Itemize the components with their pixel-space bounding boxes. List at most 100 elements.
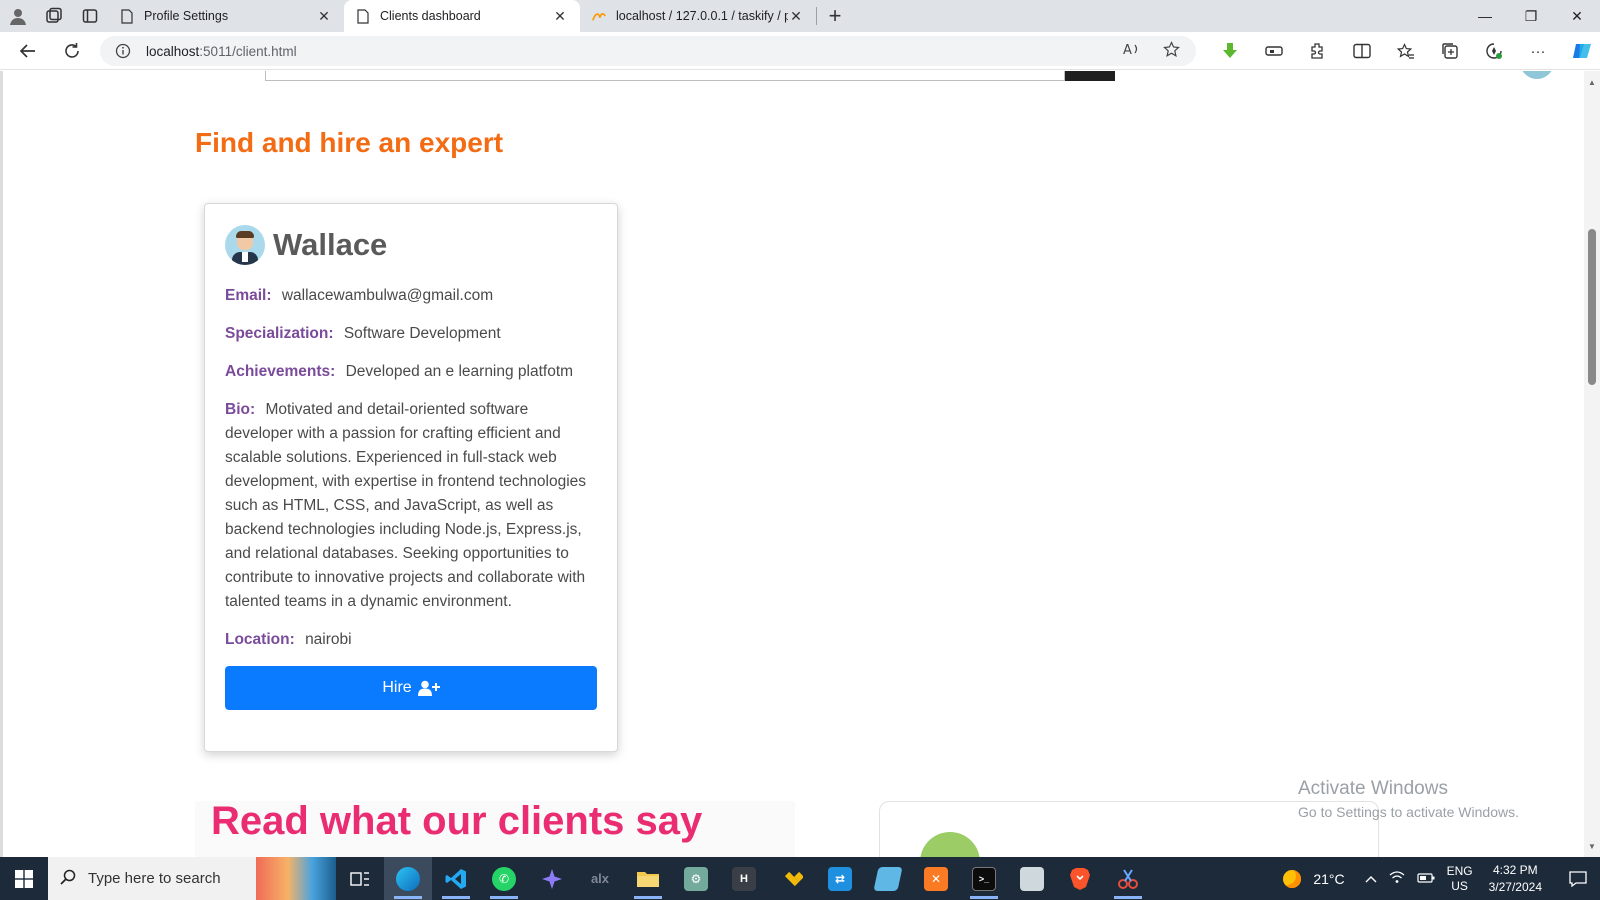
tab-phpmyadmin[interactable]: localhost / 127.0.0.1 / taskify / pc ✕: [580, 0, 816, 32]
file-explorer-icon[interactable]: [624, 857, 672, 900]
back-icon[interactable]: [6, 32, 50, 70]
scroll-down-icon[interactable]: ▼: [1584, 839, 1600, 853]
ai-sparkle-icon[interactable]: [528, 857, 576, 900]
tab-label: Clients dashboard: [380, 9, 481, 23]
edge-browser-icon[interactable]: [384, 857, 432, 900]
photos-icon[interactable]: [1008, 857, 1056, 900]
hire-button[interactable]: Hire: [225, 666, 597, 710]
testimonial-avatar: [920, 832, 980, 857]
app-extension-icon[interactable]: [1252, 32, 1296, 70]
expert-location-row: Location: nairobi: [225, 628, 597, 652]
tab-profile-settings[interactable]: Profile Settings ✕: [108, 0, 344, 32]
expert-name: Wallace: [273, 227, 388, 262]
brave-icon[interactable]: [1056, 857, 1104, 900]
taskbar-clock[interactable]: 4:32 PM 3/27/2024: [1489, 862, 1542, 896]
location-label: Location:: [225, 631, 295, 648]
snipping-tool-icon[interactable]: [1104, 857, 1152, 900]
chatgpt-icon[interactable]: ⚙: [672, 857, 720, 900]
alx-icon[interactable]: alx: [576, 857, 624, 900]
user-plus-icon: [417, 680, 440, 696]
favorites-icon[interactable]: [1384, 32, 1428, 70]
search-input[interactable]: [265, 71, 1065, 81]
window-controls: — ❐ ✕: [1462, 0, 1600, 32]
expert-email: wallacewambulwa@gmail.com: [281, 287, 494, 304]
terminal-icon[interactable]: >_: [960, 857, 1008, 900]
windows-taskbar: Type here to search ✆ alx ⚙ H ⇄ ✕ >_ 21°…: [0, 857, 1600, 900]
tab-label: localhost / 127.0.0.1 / taskify / pc: [616, 9, 788, 23]
expert-card: Wallace Email: wallacewambulwa@gmail.com…: [204, 203, 618, 752]
svg-text:A: A: [1123, 43, 1132, 57]
profile-icon[interactable]: [0, 0, 36, 32]
search-icon: [60, 869, 76, 889]
close-window-icon[interactable]: ✕: [1554, 0, 1600, 32]
system-tray: 21°C ENG US 4:32 PM 3/27/2024: [1283, 857, 1600, 900]
remote-desktop-icon[interactable]: ⇄: [816, 857, 864, 900]
weather-widget[interactable]: 21°C: [1283, 869, 1345, 888]
notepad-icon[interactable]: [864, 857, 912, 900]
refresh-icon[interactable]: [50, 32, 94, 70]
expert-achievements-row: Achievements: Developed an e learning pl…: [225, 360, 597, 384]
network-icon[interactable]: [1389, 870, 1405, 887]
new-tab-icon[interactable]: +: [817, 0, 853, 32]
workspaces-icon[interactable]: [36, 0, 72, 32]
email-label: Email:: [225, 287, 272, 304]
read-aloud-icon[interactable]: A: [1123, 41, 1141, 61]
expert-location: nairobi: [305, 631, 352, 648]
more-options-icon[interactable]: ···: [1516, 32, 1560, 70]
watermark-title: Activate Windows: [1298, 778, 1448, 799]
download-extension-icon[interactable]: [1208, 32, 1252, 70]
temperature: 21°C: [1313, 870, 1345, 887]
show-hidden-icons-icon[interactable]: [1365, 871, 1377, 886]
minimize-icon[interactable]: —: [1462, 0, 1508, 32]
close-tab-icon[interactable]: ✕: [788, 8, 804, 25]
taskbar-search-box[interactable]: Type here to search: [48, 857, 256, 900]
hire-button-label: Hire: [382, 679, 412, 696]
xampp-icon[interactable]: ✕: [912, 857, 960, 900]
close-tab-icon[interactable]: ✕: [316, 8, 332, 25]
favorite-star-icon[interactable]: [1163, 40, 1180, 62]
copilot-icon[interactable]: [1560, 32, 1600, 70]
url-host: localhost: [146, 43, 200, 59]
tray-icons: [1365, 870, 1435, 887]
search-button[interactable]: [1065, 71, 1115, 81]
expert-email-row: Email: wallacewambulwa@gmail.com: [225, 284, 597, 308]
toolbar-icons: ···: [1208, 32, 1600, 70]
expert-bio-row: Bio: Motivated and detail-oriented softw…: [225, 398, 597, 614]
battery-icon[interactable]: [1416, 871, 1435, 886]
tab-label: Profile Settings: [144, 9, 229, 23]
collections-icon[interactable]: [1428, 32, 1472, 70]
notification-center-icon[interactable]: [1556, 857, 1600, 900]
clock-date: 3/27/2024: [1488, 879, 1542, 894]
user-avatar[interactable]: [1520, 71, 1554, 79]
restore-icon[interactable]: ❐: [1508, 0, 1554, 32]
bio-label: Bio:: [225, 401, 256, 418]
address-bar[interactable]: localhost:5011/client.html A: [100, 36, 1196, 66]
specialization-label: Specialization:: [225, 325, 334, 342]
tab-clients-dashboard[interactable]: Clients dashboard ✕: [344, 0, 580, 32]
binance-icon[interactable]: [768, 857, 816, 900]
site-info-icon[interactable]: [108, 43, 138, 59]
expert-avatar: [225, 225, 265, 265]
scroll-up-icon[interactable]: ▲: [1584, 75, 1600, 89]
taskbar-search-placeholder: Type here to search: [88, 870, 221, 887]
scrollbar-thumb[interactable]: [1588, 229, 1596, 385]
task-view-icon[interactable]: [336, 857, 384, 900]
browser-essentials-icon[interactable]: [1472, 32, 1516, 70]
close-tab-icon[interactable]: ✕: [552, 8, 568, 25]
weather-icon: [1283, 869, 1302, 888]
search-highlight-image[interactable]: [256, 857, 336, 900]
whatsapp-icon[interactable]: ✆: [480, 857, 528, 900]
expert-achievements: Developed an e learning platfotm: [345, 363, 574, 380]
browser-tabstrip: Profile Settings ✕ Clients dashboard ✕ l…: [0, 0, 1600, 32]
split-screen-icon[interactable]: [1340, 32, 1384, 70]
tab-actions-icon[interactable]: [72, 0, 108, 32]
extensions-icon[interactable]: [1296, 32, 1340, 70]
vscode-icon[interactable]: [432, 857, 480, 900]
expert-specialization-row: Specialization: Software Development: [225, 322, 597, 346]
h-app-icon[interactable]: H: [720, 857, 768, 900]
page-scrollbar[interactable]: ▲ ▼: [1584, 71, 1600, 857]
language-indicator[interactable]: ENG US: [1447, 864, 1473, 894]
windows-start-icon[interactable]: [0, 857, 48, 900]
browser-toolbar: localhost:5011/client.html A ···: [0, 32, 1600, 70]
page-viewport: Find and hire an expert Wallace Email: w…: [0, 71, 1584, 857]
